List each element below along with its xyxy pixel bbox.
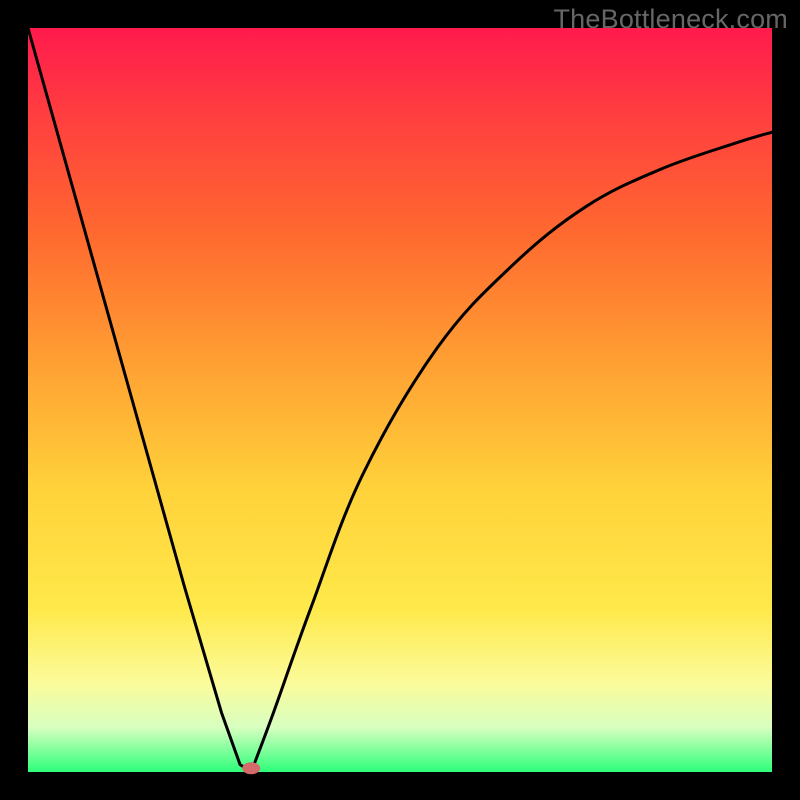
watermark-text: TheBottleneck.com bbox=[553, 4, 788, 35]
bottleneck-curve bbox=[28, 28, 772, 772]
optimum-marker bbox=[242, 762, 260, 774]
